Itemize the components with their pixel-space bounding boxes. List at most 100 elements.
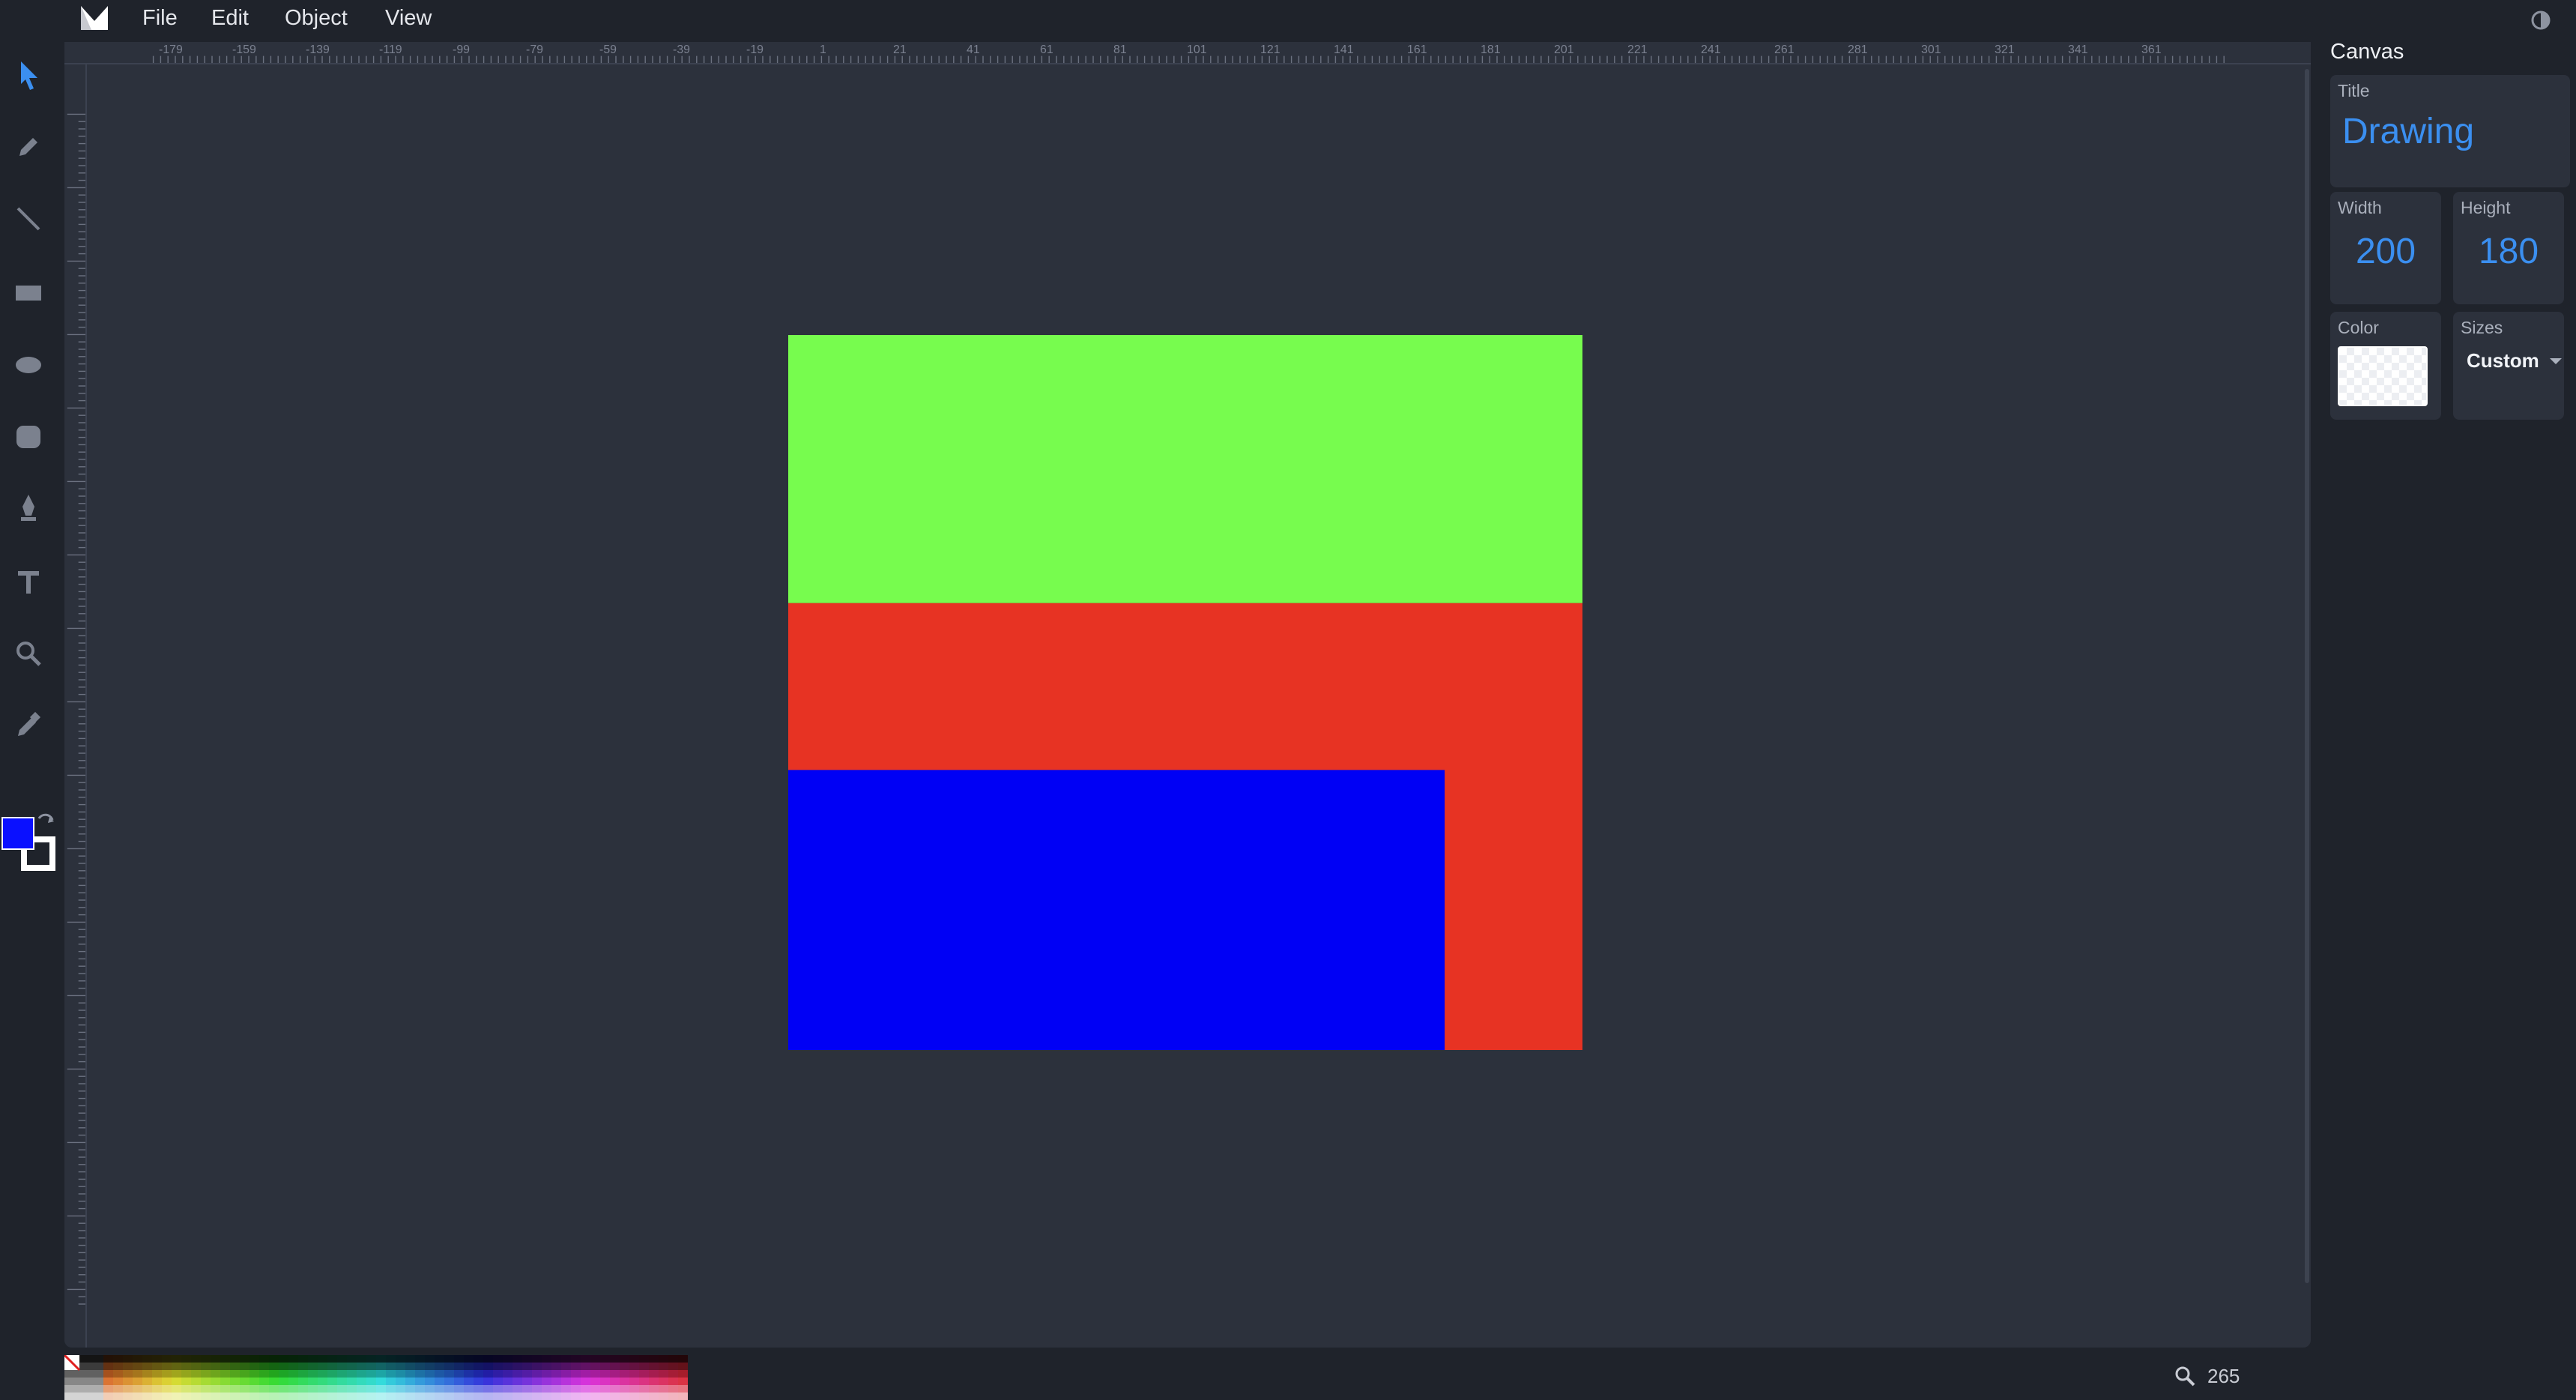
ruler-label: -159 xyxy=(232,43,256,56)
palette-swatch xyxy=(581,1363,591,1371)
palette-swatch xyxy=(357,1385,367,1393)
ellipse-tool[interactable] xyxy=(9,345,48,384)
palette-swatch xyxy=(542,1370,552,1378)
palette-swatch xyxy=(425,1378,435,1386)
palette-swatch xyxy=(211,1385,221,1393)
palette-swatch xyxy=(298,1385,309,1393)
palette-swatch xyxy=(415,1385,426,1393)
palette-swatch xyxy=(123,1378,133,1386)
palette-swatch xyxy=(201,1355,211,1363)
swap-colors-icon[interactable] xyxy=(34,811,57,833)
palette-swatch xyxy=(211,1355,221,1363)
palette-swatch xyxy=(474,1393,484,1400)
workspace[interactable]: -179 -159 -139 -119 -99 -79 -59 -39 -19 1 21 41 61 81… xyxy=(64,42,2311,1348)
palette-swatch xyxy=(503,1393,513,1400)
palette-swatch xyxy=(581,1355,591,1363)
palette-swatch xyxy=(464,1363,474,1371)
palette-swatch xyxy=(74,1378,85,1386)
palette-swatch xyxy=(211,1363,221,1371)
palette-swatch xyxy=(415,1370,426,1378)
palette-swatch xyxy=(493,1355,504,1363)
palette-swatch xyxy=(288,1363,299,1371)
polygon-tool[interactable] xyxy=(9,417,48,456)
palette-swatch xyxy=(269,1385,279,1393)
palette-swatch xyxy=(522,1363,533,1371)
palette-swatch xyxy=(259,1393,270,1400)
palette-swatch xyxy=(542,1355,552,1363)
palette-swatch xyxy=(357,1370,367,1378)
palette-swatch xyxy=(444,1378,455,1386)
palette-swatch xyxy=(454,1370,465,1378)
ruler-label: 101 xyxy=(1187,43,1207,56)
palette-swatch xyxy=(220,1378,231,1386)
palette-swatch xyxy=(649,1363,659,1371)
height-input[interactable]: 180 xyxy=(2453,231,2564,272)
palette-swatch xyxy=(435,1363,445,1371)
palette-swatch xyxy=(230,1378,241,1386)
palette-swatch xyxy=(240,1393,250,1400)
palette-swatch xyxy=(259,1355,270,1363)
eyedropper-tool[interactable] xyxy=(9,706,48,745)
line-tool[interactable] xyxy=(9,199,48,238)
palette-swatch xyxy=(259,1363,270,1371)
app-logo-icon[interactable] xyxy=(79,4,109,31)
ruler-label: 321 xyxy=(1995,43,2015,56)
palette-swatch xyxy=(513,1370,523,1378)
green-rectangle[interactable] xyxy=(788,335,1582,603)
drawing-canvas[interactable] xyxy=(788,335,1582,1050)
rectangle-tool[interactable] xyxy=(9,273,48,312)
magnifier-icon xyxy=(2175,1366,2195,1387)
palette-swatch xyxy=(444,1370,455,1378)
palette-swatch xyxy=(513,1355,523,1363)
menu-view[interactable]: View xyxy=(385,0,432,37)
palette-swatch xyxy=(230,1363,241,1371)
ruler-label: 121 xyxy=(1260,43,1281,56)
zoom-level[interactable]: 265 xyxy=(2207,1365,2240,1388)
select-icon xyxy=(21,61,37,90)
canvas-color-swatch[interactable] xyxy=(2338,346,2428,406)
palette-swatch xyxy=(629,1355,640,1363)
menu-edit[interactable]: Edit xyxy=(211,0,249,37)
palette-swatch xyxy=(678,1370,688,1378)
palette-swatch xyxy=(230,1385,241,1393)
palette-swatch xyxy=(181,1393,192,1400)
select-tool[interactable] xyxy=(9,55,48,94)
title-input[interactable]: Drawing xyxy=(2342,111,2474,152)
menu-object[interactable]: Object xyxy=(285,0,348,37)
palette-swatch xyxy=(396,1385,406,1393)
text-tool[interactable] xyxy=(9,562,48,601)
ruler-label: 241 xyxy=(1701,43,1721,56)
sizes-dropdown[interactable]: Custom xyxy=(2467,349,2563,372)
palette-swatch xyxy=(337,1363,348,1371)
ruler-label: 161 xyxy=(1407,43,1427,56)
vertical-scrollbar[interactable] xyxy=(2305,69,2309,1283)
blue-rectangle[interactable] xyxy=(788,770,1445,1050)
fill-color-swatch[interactable] xyxy=(1,817,34,850)
height-field[interactable]: Height 180 xyxy=(2453,192,2564,304)
palette-swatch xyxy=(250,1385,260,1393)
palette-swatch xyxy=(639,1393,650,1400)
contrast-icon[interactable] xyxy=(2530,9,2552,31)
zoom-control[interactable]: 265 xyxy=(2173,1361,2240,1391)
pen-icon xyxy=(21,495,36,521)
title-field[interactable]: Title Drawing xyxy=(2330,75,2570,187)
palette-swatch xyxy=(649,1393,659,1400)
zoom-tool[interactable] xyxy=(9,634,48,673)
palette-swatch xyxy=(522,1378,533,1386)
pen-tool[interactable] xyxy=(9,489,48,528)
palette-swatch xyxy=(659,1363,669,1371)
line-icon xyxy=(16,207,40,231)
palette-swatch xyxy=(103,1385,114,1393)
palette-swatch xyxy=(357,1355,367,1363)
palette-swatch xyxy=(162,1363,172,1371)
color-palette[interactable] xyxy=(64,1355,688,1400)
palette-swatch xyxy=(269,1378,279,1386)
menu-file[interactable]: File xyxy=(142,0,178,37)
palette-swatch xyxy=(327,1378,338,1386)
palette-swatch xyxy=(454,1363,465,1371)
palette-swatch xyxy=(240,1355,250,1363)
horizontal-ruler: -179 -159 -139 -119 -99 -79 -59 -39 -19 1 21 41 61 81… xyxy=(64,42,2311,64)
width-field[interactable]: Width 200 xyxy=(2330,192,2441,304)
pencil-tool[interactable] xyxy=(9,127,48,166)
width-input[interactable]: 200 xyxy=(2330,231,2441,272)
